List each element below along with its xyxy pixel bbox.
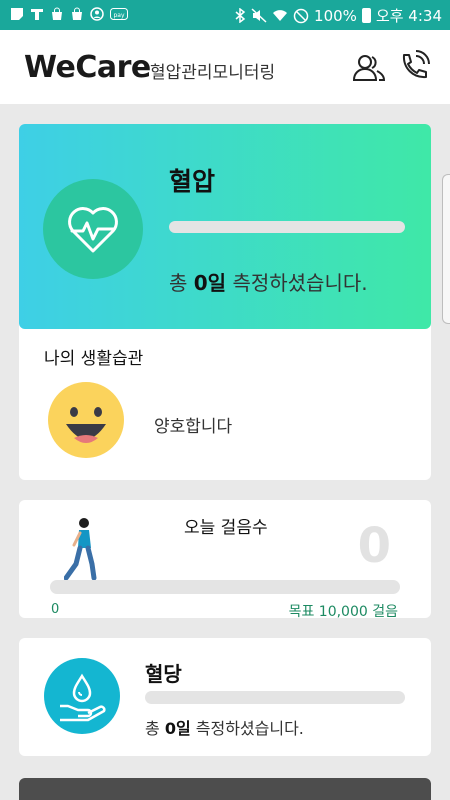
app-header: WeCare 혈압관리모니터링	[0, 30, 450, 104]
app-subtitle: 혈압관리모니터링	[150, 63, 276, 83]
habits-status: 양호합니다	[154, 417, 233, 437]
bluetooth-icon	[235, 8, 246, 23]
steps-value: 0	[357, 518, 391, 574]
svg-text:pay: pay	[113, 12, 124, 19]
happy-face-icon	[48, 382, 124, 458]
pay-icon: pay	[110, 8, 128, 20]
count-value: 0일	[164, 719, 191, 738]
battery-percent: 100%	[314, 6, 357, 25]
blood-sugar-count: 총 0일 측정하셨습니다.	[145, 715, 304, 739]
status-system: 100% 오후 4:34	[234, 5, 442, 26]
alert-icon	[31, 9, 43, 20]
app-brand: WeCare	[24, 50, 151, 85]
count-prefix: 총	[145, 719, 165, 738]
steps-min-label: 0	[51, 602, 60, 617]
group-icon[interactable]	[352, 50, 386, 84]
count-value: 0일	[193, 271, 227, 295]
shopping-bag-icon	[72, 7, 82, 20]
blood-pressure-icon-circle	[43, 179, 143, 279]
status-bar: pay 100% 오후 4:34	[0, 0, 450, 30]
count-suffix: 측정하셨습니다.	[226, 271, 368, 295]
steps-card[interactable]: 오늘 걸음수 0 0 목표 10,000 걸음	[19, 500, 431, 620]
blood-pressure-banner[interactable]: 혈압 총 0일 측정하셨습니다.	[19, 124, 431, 329]
status-notifications: pay	[10, 7, 128, 21]
edge-panel-handle[interactable]	[442, 174, 450, 324]
wifi-icon	[273, 10, 288, 21]
blood-sugar-title: 혈당	[145, 662, 182, 686]
steps-goal-label: 목표 10,000 걸음	[288, 604, 398, 620]
hand-drop-icon	[60, 673, 106, 722]
blood-sugar-icon-circle	[44, 658, 120, 734]
steps-progress	[50, 580, 400, 594]
count-prefix: 총	[169, 271, 194, 295]
shopping-bag-icon	[52, 7, 62, 20]
blood-pressure-card[interactable]: 혈압 총 0일 측정하셨습니다. 나의 생활습관 양호합니다	[19, 124, 431, 480]
no-disturb-icon	[293, 8, 309, 23]
blood-sugar-progress	[145, 691, 405, 704]
blood-pressure-progress	[169, 221, 405, 233]
battery-icon	[361, 8, 371, 23]
blood-pressure-title: 혈압	[169, 167, 216, 196]
habits-title: 나의 생활습관	[44, 349, 144, 369]
next-card-partial[interactable]	[19, 778, 431, 800]
heart-pulse-icon	[68, 207, 118, 253]
blood-sugar-card[interactable]: 혈당 총 0일 측정하셨습니다.	[19, 638, 431, 756]
steps-title: 오늘 걸음수	[184, 518, 268, 538]
account-icon	[90, 7, 104, 21]
phone-icon[interactable]	[396, 50, 430, 84]
count-suffix: 측정하셨습니다.	[190, 719, 304, 738]
blood-pressure-count: 총 0일 측정하셨습니다.	[169, 267, 368, 296]
walking-person-icon	[64, 518, 97, 581]
notification-icon	[11, 8, 23, 20]
clock: 오후 4:34	[375, 7, 442, 25]
mute-icon	[251, 8, 267, 23]
